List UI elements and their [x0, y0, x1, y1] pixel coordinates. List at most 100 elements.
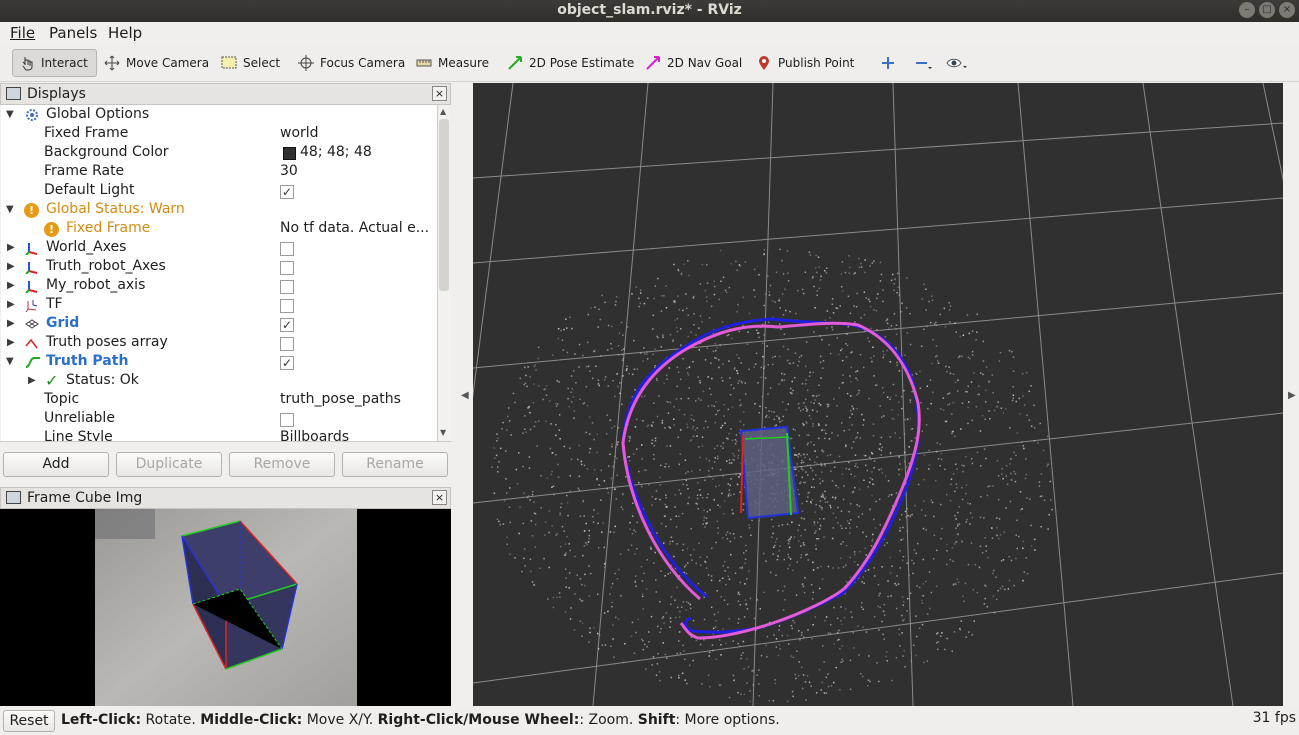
measure-tool-button[interactable]: Measure — [416, 49, 489, 77]
tree-row-truth-poses-array[interactable]: ▶ Truth poses array — [1, 334, 437, 353]
left-splitter-arrow-icon[interactable]: ◀ — [461, 390, 469, 401]
tree-row-fixed-frame[interactable]: Fixed Frame world — [1, 125, 437, 144]
cloud-point — [975, 339, 977, 341]
tree-row-background-color[interactable]: Background Color 48; 48; 48 — [1, 144, 437, 163]
tree-row-global-options[interactable]: ▼ Global Options — [1, 106, 437, 125]
focus-camera-tool-button[interactable]: Focus Camera — [298, 49, 405, 77]
tree-row-truth-robot-axes[interactable]: ▶ Truth_robot_Axes — [1, 258, 437, 277]
cloud-point — [711, 404, 713, 407]
cloud-point — [839, 619, 842, 622]
tree-row-topic[interactable]: Topic truth_pose_paths — [1, 391, 437, 410]
displays-close-button[interactable]: × — [432, 86, 447, 101]
truth-robot-axes-checkbox[interactable] — [280, 261, 294, 275]
cloud-point — [597, 379, 600, 381]
scroll-down-icon[interactable]: ▼ — [440, 428, 446, 437]
tree-row-world-axes[interactable]: ▶ World_Axes — [1, 239, 437, 258]
line-style-value[interactable]: Billboards — [280, 429, 349, 441]
expand-arrow-icon[interactable]: ▼ — [6, 356, 14, 367]
add-display-button[interactable]: Add — [3, 452, 109, 477]
cloud-point — [678, 515, 680, 517]
collapse-arrow-icon[interactable]: ▶ — [28, 375, 36, 386]
cloud-point — [913, 562, 915, 565]
grid-checkbox[interactable]: ✓ — [280, 318, 294, 332]
cloud-point — [601, 294, 603, 297]
default-light-checkbox[interactable]: ✓ — [280, 185, 294, 199]
tree-row-default-light[interactable]: Default Light ✓ — [1, 182, 437, 201]
add-tool-button[interactable] — [880, 49, 902, 77]
cloud-point — [507, 407, 510, 409]
topic-value[interactable]: truth_pose_paths — [280, 391, 401, 407]
duplicate-display-button[interactable]: Duplicate — [116, 452, 222, 477]
displays-scrollbar[interactable]: ▲ ▼ — [437, 105, 450, 441]
tree-row-unreliable[interactable]: Unreliable — [1, 410, 437, 429]
row-label: Global Status: Warn — [46, 201, 185, 217]
publish-point-tool-button[interactable]: Publish Point — [756, 49, 854, 77]
background-color-value[interactable]: 48; 48; 48 — [300, 144, 372, 160]
select-tool-button[interactable]: Select — [221, 49, 280, 77]
cloud-point — [714, 421, 717, 424]
collapse-arrow-icon[interactable]: ▶ — [7, 280, 15, 291]
cloud-point — [627, 435, 630, 438]
frame-rate-value[interactable]: 30 — [280, 163, 298, 179]
cloud-point — [670, 596, 673, 598]
tree-row-my-robot-axis[interactable]: ▶ My_robot_axis — [1, 277, 437, 296]
tree-row-truth-path[interactable]: ▼ Truth Path ✓ — [1, 353, 437, 372]
tree-row-global-status[interactable]: ▼ ! Global Status: Warn — [1, 201, 437, 220]
tree-row-grid[interactable]: ▶ Grid ✓ — [1, 315, 437, 334]
image-panel-close-button[interactable]: × — [432, 490, 447, 505]
tf-checkbox[interactable] — [280, 299, 294, 313]
unreliable-checkbox[interactable] — [280, 413, 294, 427]
collapse-arrow-icon[interactable]: ▶ — [7, 337, 15, 348]
scroll-up-icon[interactable]: ▲ — [440, 107, 446, 116]
tree-row-tf[interactable]: ▶ TF — [1, 296, 437, 315]
minimize-button[interactable]: – — [1239, 2, 1255, 18]
color-swatch[interactable] — [283, 147, 296, 160]
right-splitter-arrow-icon[interactable]: ▶ — [1288, 390, 1296, 401]
tree-row-status-ok[interactable]: ▶ ✓ Status: Ok — [1, 372, 437, 391]
collapse-arrow-icon[interactable]: ▶ — [7, 299, 15, 310]
expand-arrow-icon[interactable]: ▼ — [6, 109, 14, 120]
tree-row-frame-rate[interactable]: Frame Rate 30 — [1, 163, 437, 182]
menu-panels[interactable]: Panels — [49, 24, 97, 42]
world-axes-checkbox[interactable] — [280, 242, 294, 256]
truth-path-checkbox[interactable]: ✓ — [280, 356, 294, 370]
reset-button[interactable]: Reset — [3, 710, 55, 732]
truth-poses-array-checkbox[interactable] — [280, 337, 294, 351]
pose-estimate-tool-button[interactable]: 2D Pose Estimate — [507, 49, 634, 77]
remove-display-button[interactable]: Remove — [229, 452, 335, 477]
cloud-point — [695, 562, 697, 565]
cloud-point — [864, 547, 866, 550]
cloud-point — [744, 583, 746, 585]
cloud-point — [811, 277, 814, 279]
expand-arrow-icon[interactable]: ▼ — [6, 204, 14, 215]
menu-file[interactable]: File — [10, 24, 35, 42]
cloud-point — [813, 444, 815, 446]
interact-tool-button[interactable]: Interact — [12, 49, 97, 77]
cloud-point — [676, 606, 679, 609]
collapse-arrow-icon[interactable]: ▶ — [7, 242, 15, 253]
tree-row-line-style[interactable]: Line Style Billboards — [1, 429, 437, 441]
cloud-point — [848, 461, 850, 464]
cloud-point — [552, 485, 555, 487]
cloud-point — [806, 553, 809, 555]
3d-scene[interactable] — [473, 83, 1283, 706]
tree-row-fixed-frame-warning[interactable]: ! Fixed Frame No tf data. Actual e... — [1, 220, 437, 239]
my-robot-axis-checkbox[interactable] — [280, 280, 294, 294]
cloud-point — [781, 259, 783, 262]
cloud-point — [617, 618, 620, 620]
cloud-point — [936, 354, 938, 357]
collapse-arrow-icon[interactable]: ▶ — [7, 318, 15, 329]
maximize-button[interactable]: □ — [1259, 2, 1275, 18]
close-window-button[interactable]: × — [1279, 2, 1295, 18]
visibility-tool-button[interactable] — [946, 49, 968, 77]
collapse-arrow-icon[interactable]: ▶ — [7, 261, 15, 272]
rename-display-button[interactable]: Rename — [342, 452, 448, 477]
fixed-frame-value[interactable]: world — [280, 125, 319, 141]
remove-tool-button[interactable] — [914, 49, 936, 77]
cloud-point — [641, 485, 643, 488]
3d-render-view[interactable] — [473, 83, 1283, 706]
scrollbar-thumb[interactable] — [439, 119, 449, 291]
move-camera-tool-button[interactable]: Move Camera — [104, 49, 209, 77]
nav-goal-tool-button[interactable]: 2D Nav Goal — [645, 49, 742, 77]
menu-help[interactable]: Help — [108, 24, 142, 42]
